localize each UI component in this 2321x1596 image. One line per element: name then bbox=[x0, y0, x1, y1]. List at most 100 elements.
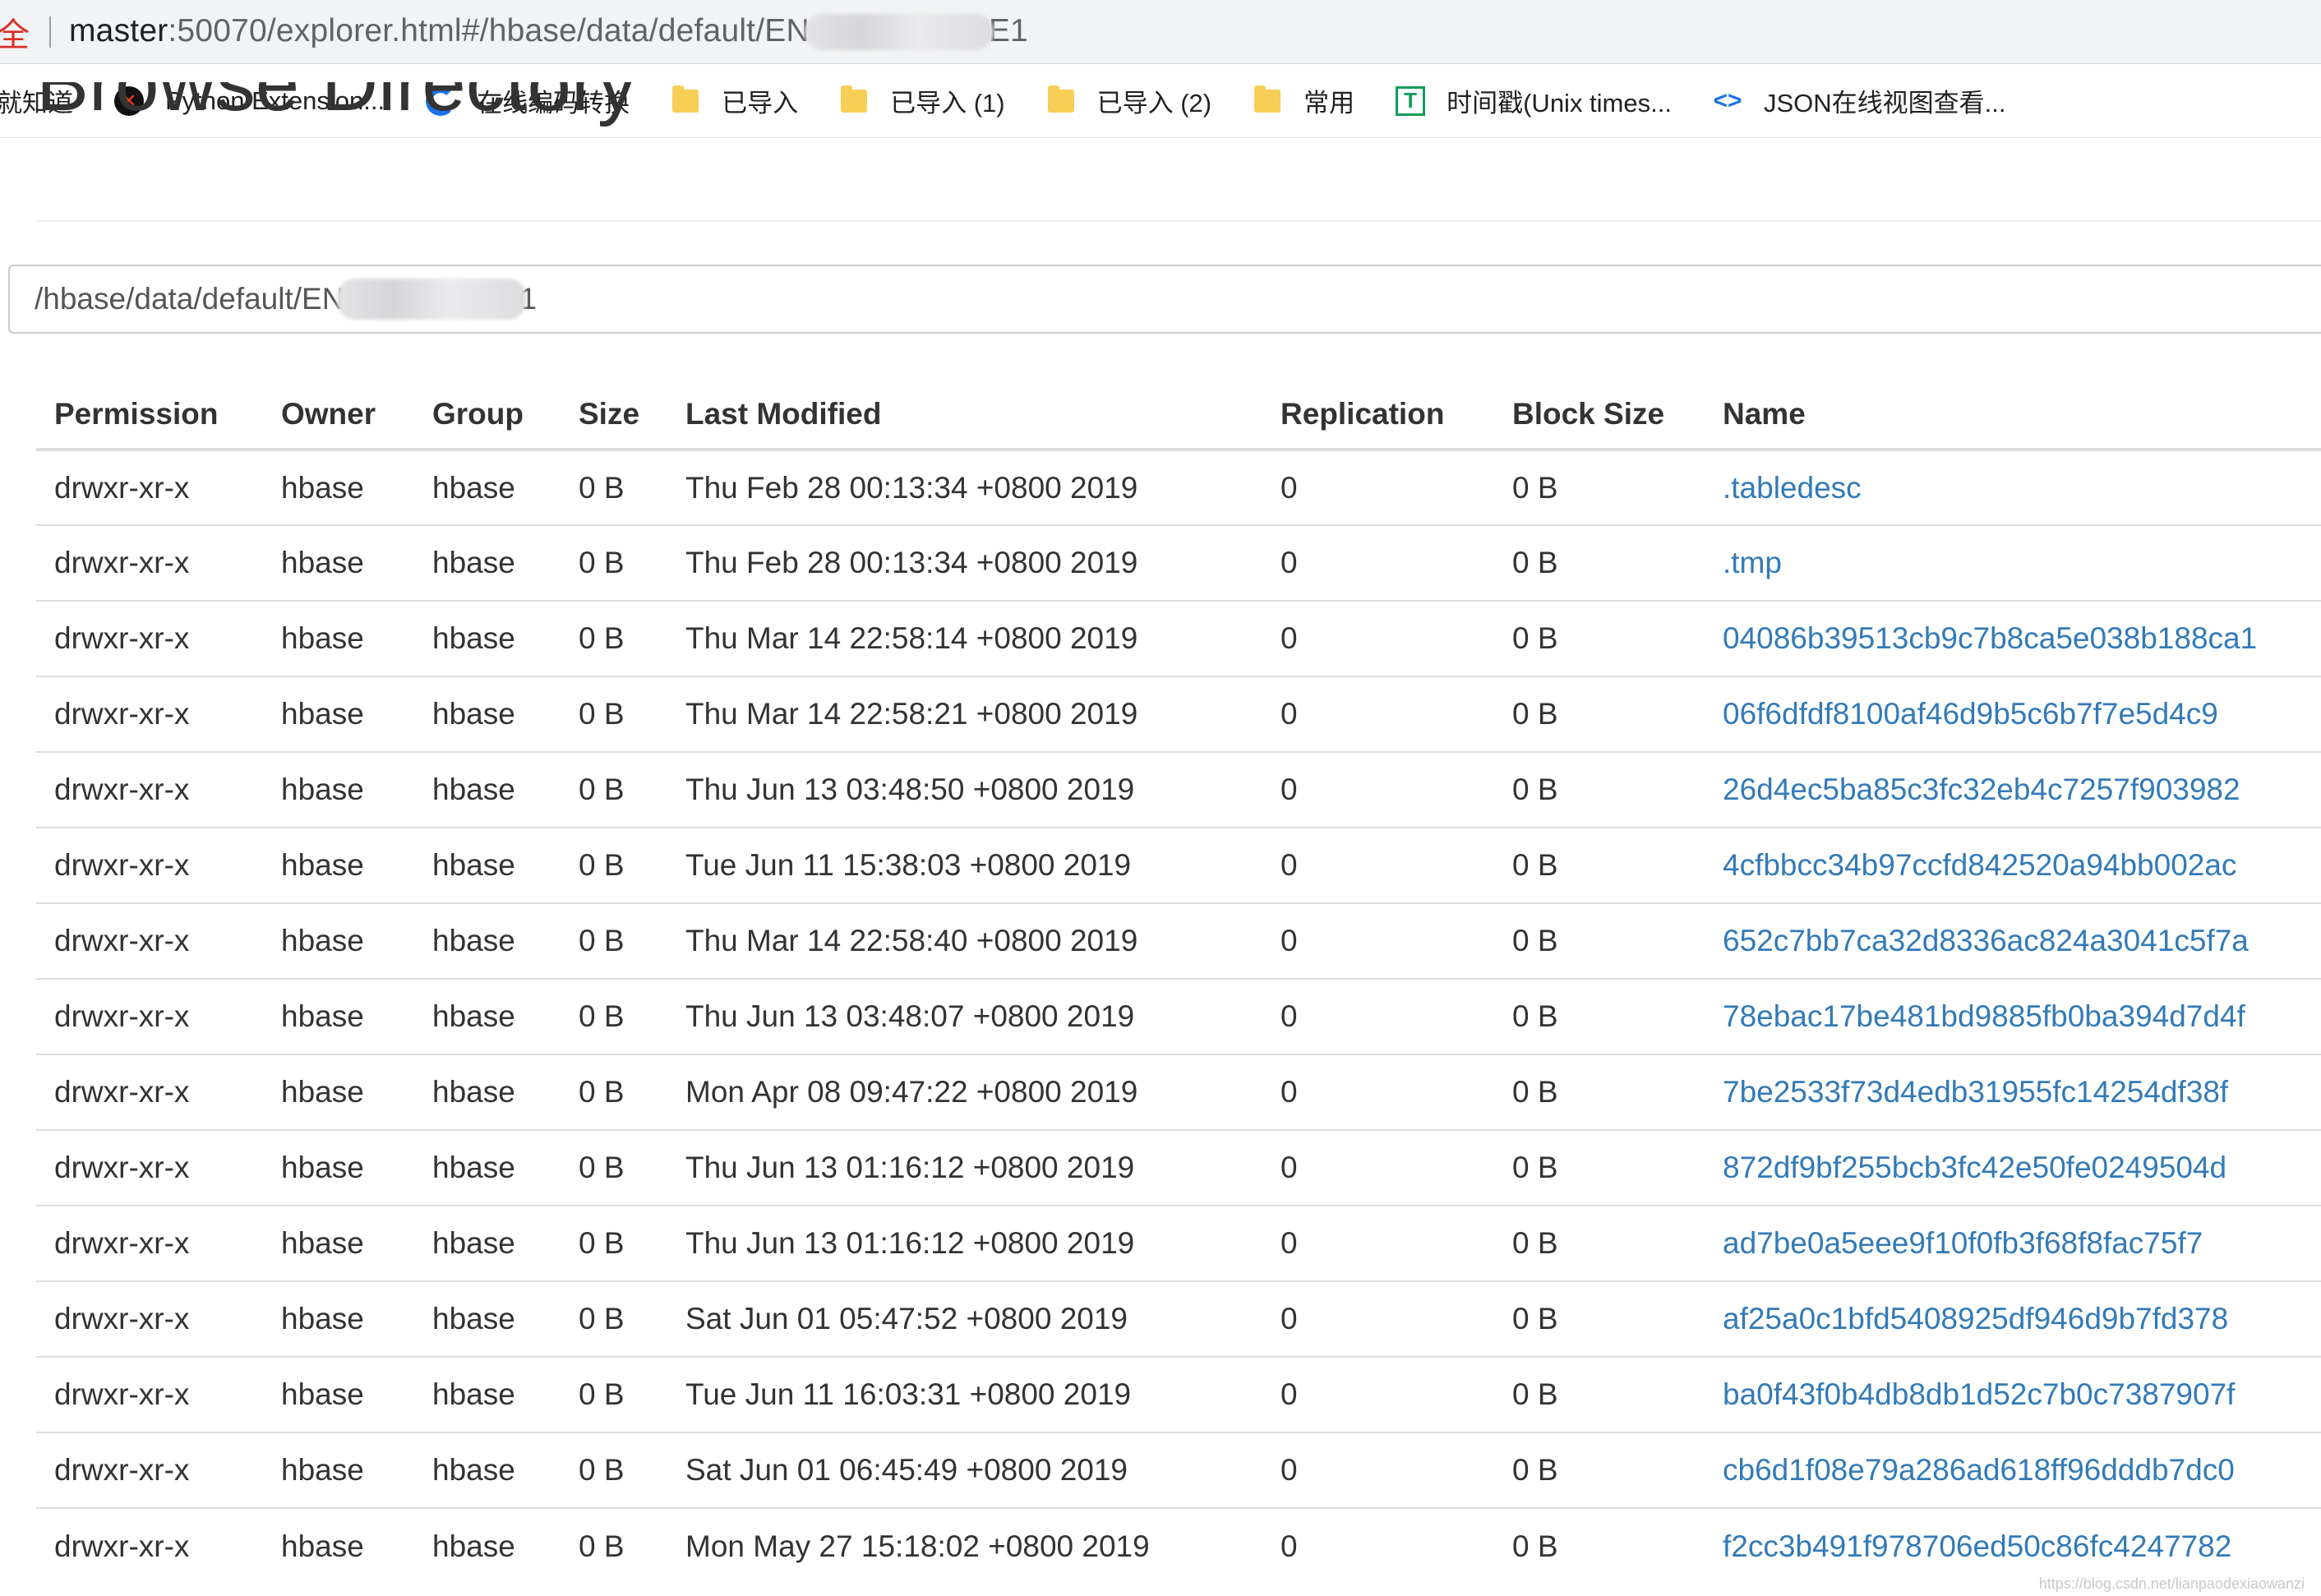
col-size[interactable]: Size bbox=[561, 381, 667, 451]
directory-link[interactable]: 78ebac17be481bd9885fb0ba394d7d4f bbox=[1723, 999, 2245, 1033]
cell-name: 78ebac17be481bd9885fb0ba394d7d4f bbox=[1705, 978, 2321, 1054]
address-divider bbox=[49, 16, 51, 48]
cell-permission: drwxr-xr-x bbox=[54, 470, 190, 505]
cell-name: 06f6dfdf8100af46d9b5c6b7f7e5d4c9 bbox=[1705, 676, 2321, 752]
cell-last-modified: Thu Jun 13 01:16:12 +0800 2019 bbox=[667, 1205, 1262, 1281]
cell-last-modified: Sat Jun 01 06:45:49 +0800 2019 bbox=[667, 1432, 1262, 1508]
bookmark-item[interactable]: T 时间戳(Unix times... bbox=[1396, 82, 1672, 119]
cell-permission: drwxr-xr-x bbox=[36, 978, 263, 1054]
col-replication[interactable]: Replication bbox=[1262, 381, 1494, 451]
bookmark-folder[interactable]: 常用 bbox=[1253, 82, 1354, 119]
cell-last-modified: Thu Feb 28 00:13:34 +0800 2019 bbox=[685, 470, 1138, 505]
col-permission[interactable]: Permission bbox=[36, 381, 263, 451]
table-row: drwxr-xr-x hbase hbase 0 B Thu Feb 28 00:13:… bbox=[36, 524, 2321, 601]
cell-replication: 0 bbox=[1262, 978, 1494, 1054]
directory-link[interactable]: f2cc3b491f978706ed50c86fc4247782 bbox=[1723, 1529, 2231, 1563]
bookmark-folder[interactable]: 已导入 bbox=[671, 82, 798, 119]
cell-last-modified: Thu Feb 28 00:13:34 +0800 2019 bbox=[667, 524, 1262, 601]
cell-replication: 0 bbox=[1262, 676, 1494, 752]
address-bar[interactable]: 全 master:50070/explorer.html#/hbase/data… bbox=[0, 0, 2321, 64]
cell-size: 0 B bbox=[561, 1280, 667, 1357]
directory-link[interactable]: 26d4ec5ba85c3fc32eb4c7257f903982 bbox=[1723, 773, 2240, 806]
directory-link[interactable]: .tabledesc bbox=[1723, 471, 1862, 505]
bookmark-label: 时间戳(Unix times... bbox=[1447, 89, 1672, 118]
table-row: drwxr-xr-x hbase hbase 0 B Tue Jun 11 15:38:… bbox=[36, 827, 2321, 903]
bookmark-folder[interactable]: 已导入 (1) bbox=[839, 82, 1005, 119]
cell-group: hbase bbox=[414, 524, 561, 601]
cell-permission: drwxr-xr-x bbox=[36, 1129, 263, 1206]
directory-link[interactable]: ad7be0a5eee9f10f0fb3f68f8fac75f7 bbox=[1723, 1226, 2203, 1260]
directory-link[interactable]: af25a0c1bfd5408925df946d9b7fd378 bbox=[1723, 1302, 2228, 1335]
bookmark-folder[interactable]: 已导入 (2) bbox=[1046, 82, 1212, 119]
cell-name: af25a0c1bfd5408925df946d9b7fd378 bbox=[1705, 1280, 2321, 1357]
url-path: :50070/explorer.html#/hbase/data/default… bbox=[168, 12, 810, 48]
cell-last-modified: Mon Apr 08 09:47:22 +0800 2019 bbox=[667, 1054, 1262, 1130]
divider bbox=[36, 220, 2321, 222]
folder-icon bbox=[839, 85, 869, 116]
security-indicator[interactable]: 全 bbox=[0, 8, 30, 56]
table-row: drwxr-xr-x hbase hbase 0 B Sat Jun 01 06:45:… bbox=[36, 1432, 2321, 1508]
cell-replication: 0 bbox=[1262, 902, 1494, 979]
cell-last-modified: Tue Jun 11 15:38:03 +0800 2019 bbox=[667, 827, 1262, 903]
cell-size: 0 B bbox=[561, 902, 667, 979]
cell-size: 0 B bbox=[561, 524, 667, 601]
cell-permission: drwxr-xr-x bbox=[36, 1356, 263, 1432]
cell-size: 0 B bbox=[561, 1507, 667, 1584]
table-row: drwxr-xr-x hbase hbase 0 B Sat Jun 01 05:47:… bbox=[36, 1280, 2321, 1357]
table-row: drwxr-xr-x hbase hbase 0 B Thu Mar 14 22:58:… bbox=[36, 676, 2321, 752]
col-name[interactable]: Name bbox=[1705, 381, 2321, 451]
directory-link[interactable]: ba0f43f0b4db8db1d52c7b0c7387907f bbox=[1723, 1377, 2235, 1411]
cell-block-size: 0 B bbox=[1494, 600, 1705, 676]
directory-path-input[interactable]: /hbase/data/default/EN 1 bbox=[8, 265, 2321, 334]
folder-icon bbox=[1046, 85, 1076, 116]
cell-permission: drwxr-xr-x bbox=[36, 827, 263, 903]
bookmark-label: 已导入 (2) bbox=[1096, 89, 1212, 118]
table-row: drwxr-xr-x hbase hbase 0 B Mon May 27 15:18:… bbox=[36, 1507, 2321, 1584]
col-owner[interactable]: Owner bbox=[263, 381, 414, 451]
directory-table: Permission Owner Group Size Last Modifie… bbox=[36, 381, 2321, 1584]
cell-replication: 0 bbox=[1262, 751, 1494, 828]
cell-block-size: 0 B bbox=[1494, 1356, 1705, 1432]
directory-link[interactable]: 06f6dfdf8100af46d9b5c6b7f7e5d4c9 bbox=[1723, 697, 2218, 731]
cell-block-size: 0 B bbox=[1494, 1280, 1705, 1357]
watermark: https://blog.csdn.net/lianpaodexiaowanzi bbox=[2038, 1575, 2305, 1592]
bookmark-label: 常用 bbox=[1304, 89, 1355, 118]
cell-permission: drwxr-xr-x bbox=[36, 1507, 263, 1584]
cell-name: .tabledesc bbox=[1705, 450, 2321, 525]
cell-permission: drwxr-xr-x bbox=[36, 524, 263, 601]
cell-group: hbase bbox=[414, 1280, 561, 1357]
directory-link[interactable]: .tmp bbox=[1723, 546, 1782, 579]
cell-owner: hbase bbox=[263, 676, 414, 752]
cell-group: hbase bbox=[414, 1356, 561, 1432]
directory-link[interactable]: 4cfbbcc34b97ccfd842520a94bb002ac bbox=[1723, 848, 2236, 882]
table-row: drwxr-xr-x hbase hbase 0 B Thu Mar 14 22:58:… bbox=[36, 902, 2321, 979]
cell-replication: 0 bbox=[1262, 1507, 1494, 1584]
cell-permission: drwxr-xr-x bbox=[36, 600, 263, 676]
cell-name: .tmp bbox=[1705, 524, 2321, 601]
cell-last-modified: Thu Jun 13 03:48:50 +0800 2019 bbox=[667, 751, 1262, 828]
cell-size: 0 B bbox=[561, 1356, 667, 1432]
col-last-modified[interactable]: Last Modified bbox=[667, 381, 1262, 451]
cell-owner: hbase bbox=[263, 1129, 414, 1206]
cell-block-size: 0 B bbox=[1494, 1507, 1705, 1584]
cell-replication: 0 bbox=[1262, 1280, 1494, 1357]
url-text[interactable]: master:50070/explorer.html#/hbase/data/d… bbox=[69, 13, 1028, 51]
directory-link[interactable]: 04086b39513cb9c7b8ca5e038b188ca1 bbox=[1723, 621, 2257, 655]
col-block-size[interactable]: Block Size bbox=[1494, 381, 1705, 451]
directory-link[interactable]: cb6d1f08e79a286ad618ff96dddb7dc0 bbox=[1723, 1453, 2235, 1487]
cell-replication: 0 bbox=[1262, 1356, 1494, 1432]
cell-owner: hbase bbox=[263, 978, 414, 1054]
cell-size: 0 B bbox=[561, 978, 667, 1054]
cell-owner: hbase bbox=[281, 470, 364, 505]
cell-permission: drwxr-xr-x bbox=[36, 1432, 263, 1508]
cell-name: f2cc3b491f978706ed50c86fc4247782 bbox=[1705, 1507, 2321, 1584]
bookmark-item[interactable]: <> JSON在线视图查看... bbox=[1713, 82, 2005, 119]
col-group[interactable]: Group bbox=[414, 381, 561, 451]
cell-block-size: 0 B bbox=[1494, 676, 1705, 752]
cell-owner: hbase bbox=[263, 1507, 414, 1584]
directory-link[interactable]: 7be2533f73d4edb31955fc14254df38f bbox=[1723, 1075, 2228, 1109]
directory-link[interactable]: 652c7bb7ca32d8336ac824a3041c5f7a bbox=[1723, 924, 2249, 957]
cell-group: hbase bbox=[414, 1129, 561, 1206]
directory-link[interactable]: 872df9bf255bcb3fc42e50fe0249504d bbox=[1723, 1151, 2226, 1184]
cell-permission: drwxr-xr-x bbox=[36, 751, 263, 828]
